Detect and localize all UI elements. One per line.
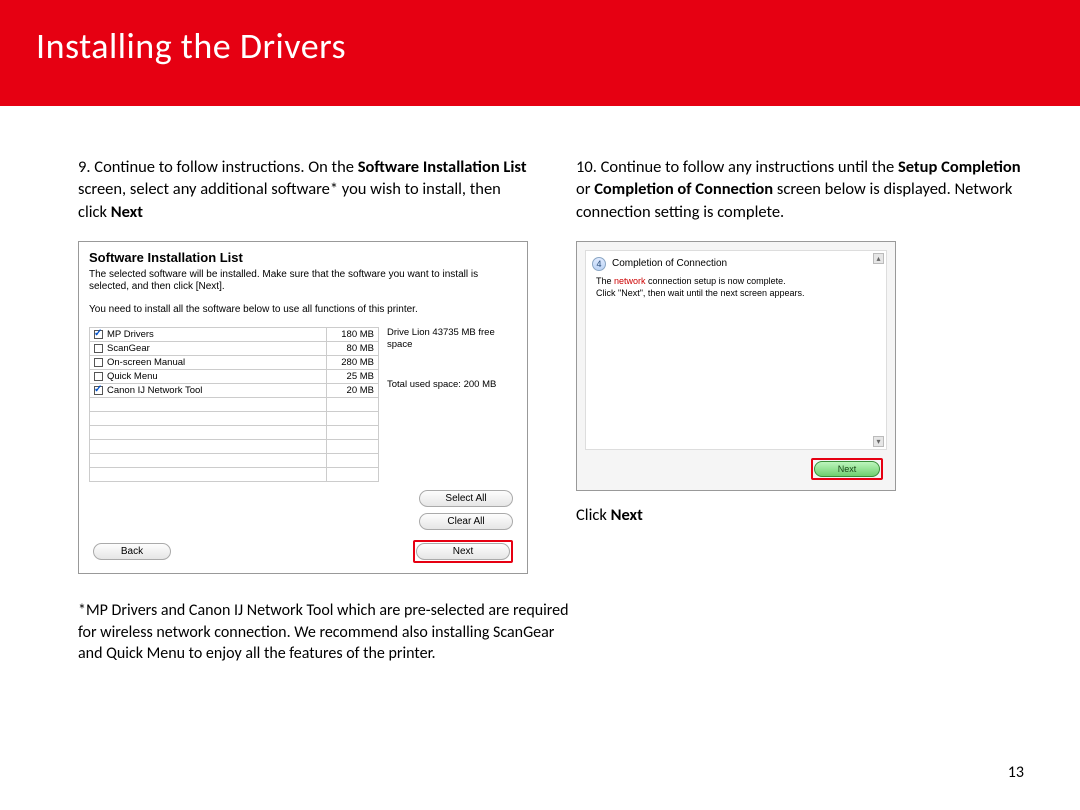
select-all-button[interactable]: Select All: [419, 490, 513, 507]
completion-heading-text: Completion of Connection: [612, 258, 727, 269]
completion-message: The network connection setup is now comp…: [586, 273, 886, 301]
footnote-text: *MP Drivers and Canon IJ Network Tool wh…: [78, 600, 578, 665]
software-name: Quick Menu: [107, 371, 158, 382]
page-number: 13: [1008, 763, 1024, 782]
step-badge: 4: [592, 257, 606, 271]
step-10-text: 10. Continue to follow any instructions …: [576, 156, 1026, 223]
used-space-text: Total used space: 200 MB: [387, 379, 517, 391]
software-table: MP Drivers180 MBScanGear80 MBOn-screen M…: [89, 327, 379, 482]
table-row[interactable]: Canon IJ Network Tool 20 MB: [90, 383, 379, 397]
software-size: 80 MB: [327, 341, 379, 355]
software-size: 280 MB: [327, 355, 379, 369]
table-row: [90, 397, 379, 411]
checkbox-icon[interactable]: [94, 344, 103, 353]
next-button[interactable]: Next: [814, 461, 880, 477]
checkbox-icon[interactable]: [94, 358, 103, 367]
table-row[interactable]: On-screen Manual 280 MB: [90, 355, 379, 369]
table-row: [90, 439, 379, 453]
table-row: [90, 425, 379, 439]
next-button[interactable]: Next: [416, 543, 510, 560]
disk-space-info: Drive Lion 43735 MB free space Total use…: [387, 327, 517, 482]
step-number: 9.: [78, 157, 94, 177]
table-row: [90, 411, 379, 425]
table-row[interactable]: MP Drivers 180 MB: [90, 327, 379, 341]
content-area: 9. Continue to follow instructions. On t…: [0, 106, 1080, 574]
back-button[interactable]: Back: [93, 543, 171, 560]
page-banner: Installing the Drivers: [0, 0, 1080, 106]
completion-heading: 4 Completion of Connection: [586, 251, 886, 273]
step-number: 10.: [576, 157, 601, 177]
next-button-highlight: Next: [811, 458, 883, 480]
network-word: network: [614, 276, 646, 286]
software-size: 25 MB: [327, 369, 379, 383]
software-install-list-screenshot: Software Installation List The selected …: [78, 241, 528, 574]
left-column: 9. Continue to follow instructions. On t…: [78, 156, 528, 574]
click-next-caption: Click Next: [576, 505, 1026, 525]
software-size: 20 MB: [327, 383, 379, 397]
table-row: [90, 453, 379, 467]
right-column: 10. Continue to follow any instructions …: [576, 156, 1026, 574]
software-name: On-screen Manual: [107, 357, 185, 368]
software-name: MP Drivers: [107, 329, 154, 340]
checkbox-icon[interactable]: [94, 386, 103, 395]
scroll-up-icon[interactable]: ▴: [873, 253, 884, 264]
dialog-description: The selected software will be installed.…: [79, 267, 527, 300]
clear-all-button[interactable]: Clear All: [419, 513, 513, 530]
checkbox-icon[interactable]: [94, 330, 103, 339]
table-row[interactable]: Quick Menu 25 MB: [90, 369, 379, 383]
next-button-highlight: Next: [413, 540, 513, 563]
completion-connection-screenshot: ▴ 4 Completion of Connection The network…: [576, 241, 896, 491]
table-row[interactable]: ScanGear 80 MB: [90, 341, 379, 355]
checkbox-icon[interactable]: [94, 372, 103, 381]
step-9-text: 9. Continue to follow instructions. On t…: [78, 156, 528, 223]
software-size: 180 MB: [327, 327, 379, 341]
software-name: Canon IJ Network Tool: [107, 385, 202, 396]
scroll-down-icon[interactable]: ▾: [873, 436, 884, 447]
dialog-note: You need to install all the software bel…: [79, 300, 527, 321]
table-row: [90, 467, 379, 481]
dialog-title: Software Installation List: [79, 242, 527, 267]
page-title: Installing the Drivers: [36, 24, 1044, 68]
free-space-text: Drive Lion 43735 MB free space: [387, 327, 517, 352]
software-name: ScanGear: [107, 343, 150, 354]
